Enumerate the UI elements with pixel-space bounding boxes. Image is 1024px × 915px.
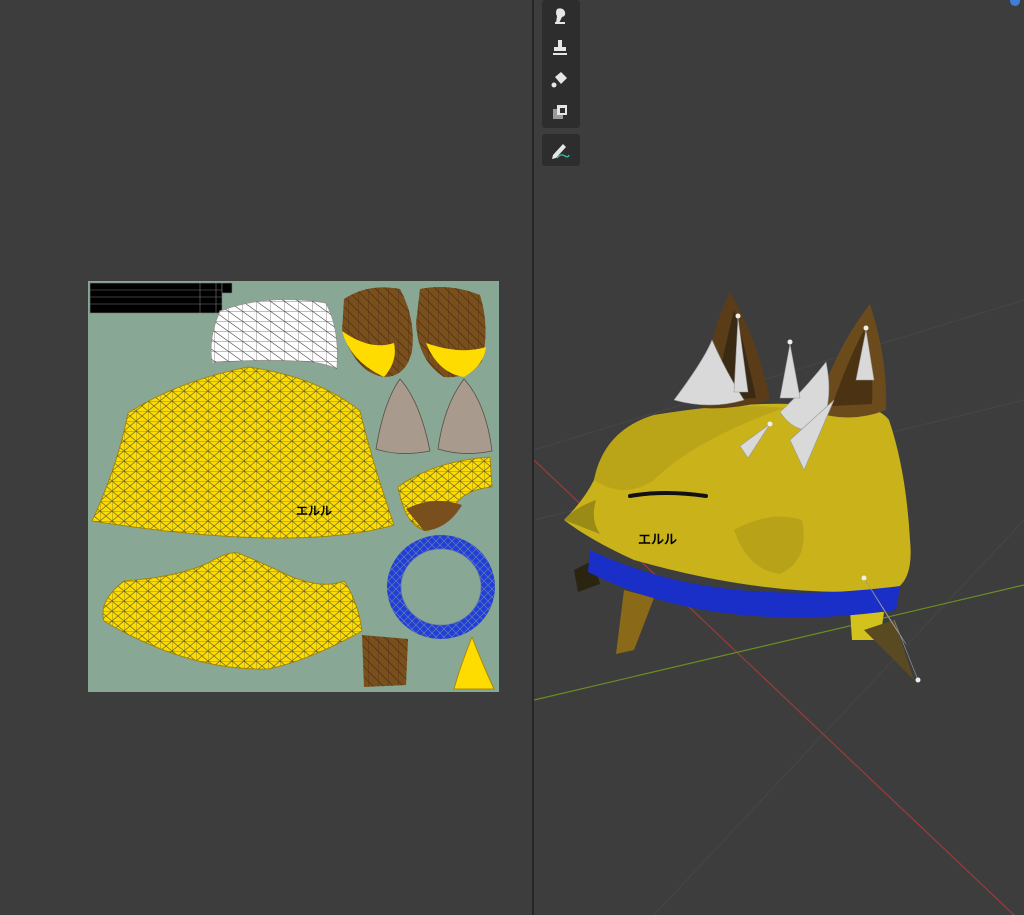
stamp-icon: [553, 40, 567, 55]
draw-tool-button[interactable]: [542, 0, 578, 32]
mask-icon: [553, 105, 567, 119]
mask-tool-button[interactable]: [542, 96, 578, 128]
3d-viewport[interactable]: エルル: [534, 0, 1024, 915]
brush-icon: [555, 8, 566, 24]
uv-texture-canvas[interactable]: エルル: [88, 281, 499, 692]
fill-tool-button[interactable]: [542, 64, 578, 96]
tool-group-paint: [542, 0, 580, 128]
uv-white-piece: [210, 298, 338, 370]
model-body: [564, 403, 911, 618]
model-label: エルル: [638, 533, 677, 548]
tool-shelf: [542, 0, 580, 172]
clone-tool-button[interactable]: [542, 32, 578, 64]
uv-paw-piece: [362, 635, 408, 687]
uv-collar-ring: [387, 535, 495, 639]
pencil-icon: [552, 144, 570, 159]
annotate-tool-button[interactable]: [542, 134, 578, 166]
bucket-icon: [551, 72, 567, 88]
uv-texture-label: エルル: [296, 504, 332, 518]
uv-label-block: [89, 282, 233, 314]
uv-editor-panel[interactable]: エルル: [0, 0, 532, 915]
tool-group-annotate: [542, 134, 580, 166]
viewport-scene: エルル: [534, 292, 1024, 915]
uv-layout-svg: エルル: [88, 281, 499, 692]
